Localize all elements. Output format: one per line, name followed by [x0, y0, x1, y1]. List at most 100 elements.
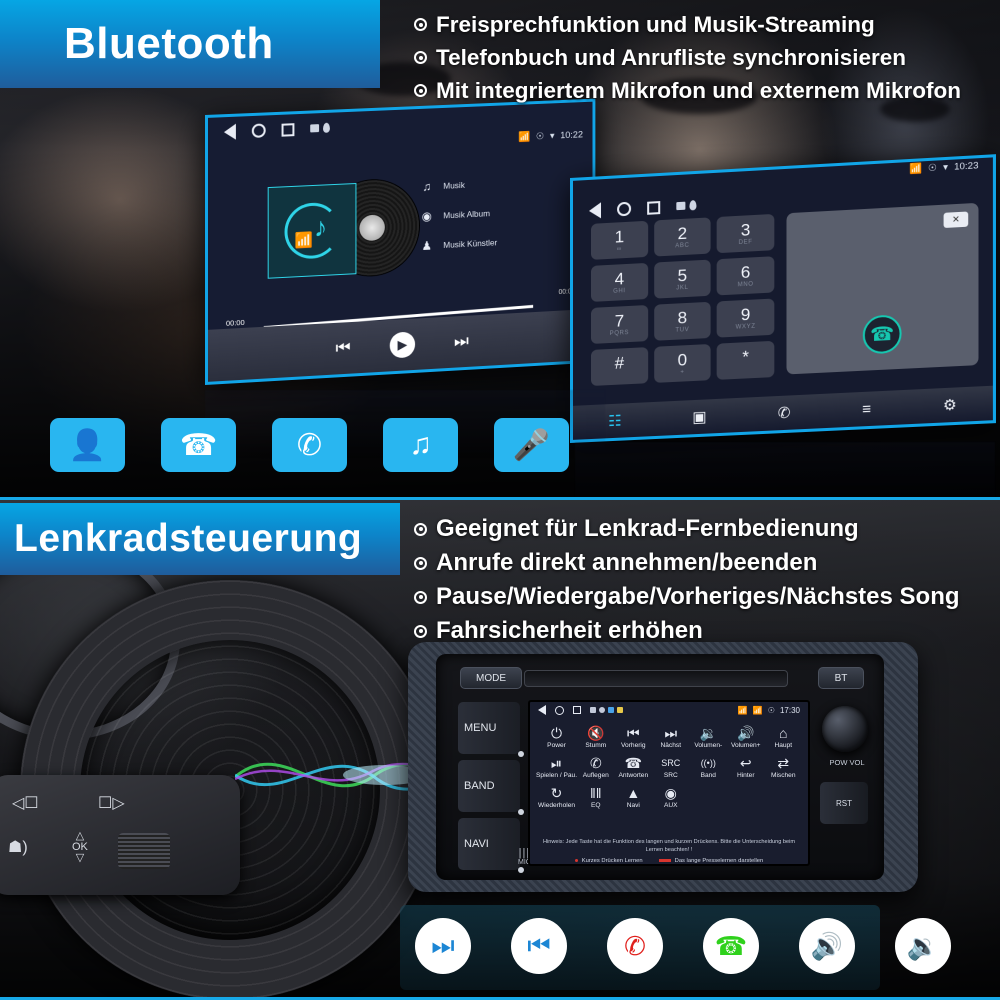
fn-shuffle[interactable]: ⇄ Mischen — [765, 754, 802, 780]
reset-hardware-button[interactable]: RST — [820, 782, 868, 824]
number-display-pane[interactable]: ✕ ☎ — [786, 202, 979, 375]
fn-label: Band — [700, 772, 716, 779]
band-button[interactable]: BAND — [458, 760, 524, 815]
back-icon[interactable] — [589, 202, 602, 219]
key-4[interactable]: 4 GHI — [591, 262, 648, 302]
track-artist: Musik Künstler — [443, 237, 498, 250]
fn-navi[interactable]: ▲ Navi — [615, 784, 652, 810]
back-icon[interactable] — [223, 123, 236, 141]
sync-tab[interactable]: ≡ — [862, 400, 871, 418]
fn-volume-up[interactable]: 🔊 Volumen+ — [727, 724, 764, 750]
settings-tab[interactable]: ⚙ — [943, 396, 957, 415]
bullet-dot-icon — [414, 18, 427, 31]
recents-icon[interactable] — [573, 706, 581, 714]
fn-home[interactable]: ⌂ Haupt — [765, 724, 802, 750]
swc-learning-screen[interactable]: 📶 📶 ☉ 17:30 ⏻ Power 🔇 Stumm ⏮ Vorherig ⏭ Näc… — [528, 700, 810, 866]
dialpad-status-bar: 📶 ☉ ▾ 10:23 — [909, 160, 978, 175]
fn-repeat[interactable]: ↻ Wiederholen — [536, 784, 577, 810]
end-call-icon[interactable]: ✆ — [607, 918, 663, 974]
car-radio-head-unit[interactable]: MODE BT MENU BAND NAVI ||| MIC 📶 📶 ☉ 17:… — [408, 642, 918, 892]
contacts-tab[interactable]: ▣ — [692, 407, 706, 426]
backspace-icon[interactable]: ✕ — [943, 211, 969, 229]
track-title: Musik — [443, 179, 465, 191]
volume-up-icon: 🔊 — [737, 724, 755, 741]
fn-band[interactable]: ((•)) Band — [690, 754, 728, 780]
navigation-icon: ▲ — [626, 784, 641, 801]
fn-label: Haupt — [774, 742, 793, 749]
fn-source[interactable]: SRC SRC — [652, 754, 689, 780]
handset-icon[interactable]: ✆ — [272, 418, 347, 472]
contacts-icon[interactable]: 👤 — [50, 418, 125, 472]
fn-aux[interactable]: ◉ AUX — [652, 784, 689, 810]
home-icon: ⌂ — [779, 724, 788, 741]
fn-previous[interactable]: ⏮ Vorherig — [615, 724, 652, 750]
microphone-icon[interactable]: 🎤 — [494, 418, 569, 472]
key-star[interactable]: * — [716, 340, 775, 380]
menu-button[interactable]: MENU — [458, 702, 524, 757]
fn-label: Vorherig — [621, 742, 646, 749]
legend-short-press: Kurzes Drücken Lernen — [574, 858, 643, 864]
fn-power[interactable]: ⏻ Power — [536, 724, 577, 750]
dialpad-tab[interactable]: ☷ — [608, 412, 621, 431]
bullet-text: Anrufe direkt annehmen/beenden — [436, 549, 818, 576]
fn-label: Hinter — [736, 772, 755, 779]
answer-call-icon[interactable]: ☎ — [703, 918, 759, 974]
steering-feature-list: Geeignet für Lenkrad-Fernbedienung Anruf… — [414, 512, 960, 648]
ringing-phone-icon[interactable]: ☎ — [161, 418, 236, 472]
key-sub: + — [680, 368, 685, 376]
key-6[interactable]: 6 MNO — [716, 256, 775, 296]
fn-mute[interactable]: 🔇 Stumm — [577, 724, 614, 750]
dialpad-keypad[interactable]: 1 ∞ 2 ABC 3 DEF 4 GHI 5 JKL 6 MNO 7 PQRS 8 TUV 9… — [591, 213, 775, 386]
next-track-icon[interactable]: ⏭ — [454, 331, 469, 352]
call-button[interactable]: ☎ — [862, 314, 902, 355]
recents-icon[interactable] — [281, 122, 295, 137]
source-icon: SRC — [661, 757, 681, 768]
home-icon[interactable] — [555, 705, 564, 715]
fast-forward-icon[interactable]: ⏭ — [415, 918, 471, 974]
bt-button[interactable]: BT — [818, 667, 864, 689]
volume-down-icon[interactable]: 🔉 — [895, 918, 951, 974]
key-9[interactable]: 9 WXYZ — [716, 298, 775, 338]
mode-button[interactable]: MODE — [460, 667, 522, 689]
bullet-dot-icon — [414, 624, 427, 638]
music-icon[interactable]: ♫ — [383, 418, 458, 472]
home-icon[interactable] — [617, 201, 632, 217]
key-hash[interactable]: # — [591, 347, 648, 386]
call-log-tab[interactable]: ✆ — [778, 403, 791, 422]
wifi-icon: ▾ — [943, 161, 948, 174]
home-icon[interactable] — [251, 123, 266, 138]
key-5[interactable]: 5 JKL — [653, 259, 711, 299]
fn-back[interactable]: ↩ Hinter — [727, 754, 764, 780]
volume-up-icon[interactable]: 🔊 — [799, 918, 855, 974]
rewind-icon[interactable]: ⏮ — [511, 918, 567, 974]
play-icon[interactable]: ▶ — [389, 331, 416, 359]
fn-answer[interactable]: ☎ Antworten — [615, 754, 652, 780]
learning-legend: Kurzes Drücken Lernen Das lange Pressele… — [530, 858, 808, 864]
key-7[interactable]: 7 PQRS — [591, 305, 648, 344]
recents-icon[interactable] — [647, 200, 661, 215]
bluetooth-music-player-screen[interactable]: 📶 ☉ ▾ 10:22 ♪ 📶 ♫ Musik ◉ Musik Album ♟ Mus… — [205, 98, 596, 386]
key-digit: 8 — [677, 307, 688, 328]
fn-eq[interactable]: ‖‖ EQ — [577, 784, 614, 810]
back-icon[interactable] — [538, 705, 546, 715]
lcd-status-cluster: 📶 📶 ☉ 17:30 — [738, 706, 800, 715]
power-volume-knob[interactable] — [822, 706, 868, 752]
bluetooth-icon: 📶 — [737, 705, 748, 715]
power-icon: ⏻ — [550, 724, 563, 741]
key-8[interactable]: 8 TUV — [653, 301, 711, 341]
hang-up-icon: ✆ — [589, 754, 602, 771]
key-2[interactable]: 2 ABC — [653, 217, 711, 257]
fn-next[interactable]: ⏭ Nächst — [652, 724, 689, 750]
key-1[interactable]: 1 ∞ — [591, 220, 648, 260]
fn-volume-down[interactable]: 🔉 Volumen- — [690, 724, 728, 750]
voice-command-icon: ☗) — [8, 839, 28, 856]
location-icon: ☉ — [928, 162, 937, 175]
key-3[interactable]: 3 DEF — [716, 213, 775, 254]
led-indicator — [518, 751, 524, 757]
bluetooth-dialpad-screen[interactable]: 📶 ☉ ▾ 10:23 1 ∞ 2 ABC 3 DEF 4 GHI 5 JKL 6 MNO … — [570, 154, 996, 443]
previous-track-icon[interactable]: ⏮ — [336, 338, 351, 359]
navi-button[interactable]: NAVI — [458, 818, 524, 873]
fn-play-pause[interactable]: ⏯ Spielen / Pau. — [536, 754, 577, 780]
key-0[interactable]: 0 + — [653, 343, 711, 383]
fn-hang-up[interactable]: ✆ Auflegen — [577, 754, 614, 780]
